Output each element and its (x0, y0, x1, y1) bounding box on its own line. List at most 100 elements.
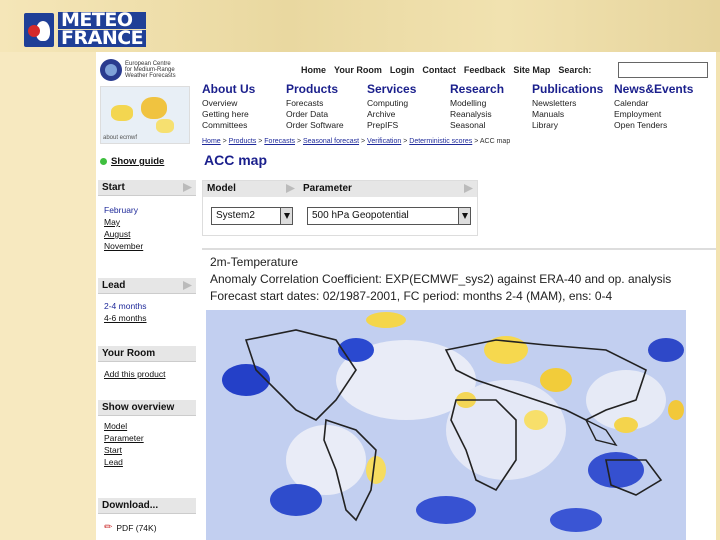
top-nav: Home Your Room Login Contact Feedback Si… (301, 65, 591, 75)
nav-title-about[interactable]: About Us (202, 82, 282, 96)
plot-caption: 2m-Temperature Anomaly Correlation Coeff… (210, 254, 671, 305)
nav-col-products: Products Forecasts Order Data Order Soft… (286, 82, 366, 131)
main-nav: About Us Overview Getting here Committee… (202, 82, 712, 131)
start-title: Start (102, 182, 125, 193)
nav-link[interactable]: Library (532, 120, 612, 131)
page-title: ACC map (204, 152, 268, 168)
nav-col-about: About Us Overview Getting here Committee… (202, 82, 282, 131)
overview-item[interactable]: Parameter (104, 432, 144, 444)
slide-left-strip (0, 52, 96, 540)
crumb-link[interactable]: Seasonal forecast (303, 138, 359, 145)
show-guide-link[interactable]: Show guide (100, 156, 164, 167)
nav-login[interactable]: Login (390, 65, 415, 75)
meteo-france-mark-icon (24, 13, 54, 47)
nav-title-services[interactable]: Services (367, 82, 447, 96)
nav-link[interactable]: Newsletters (532, 98, 612, 109)
chevron-down-icon[interactable] (458, 208, 470, 224)
nav-link[interactable]: Seasonal (450, 120, 530, 131)
plot-line: 2m-Temperature (210, 255, 299, 269)
nav-title-publications[interactable]: Publications (532, 82, 612, 96)
lead-section-header[interactable]: Lead (98, 278, 196, 294)
crumb-link[interactable]: Home (202, 138, 221, 145)
ecmwf-name: European Centre for Medium-Range Weather… (125, 61, 176, 79)
pdf-download-link[interactable]: PDF (74K) (116, 522, 156, 534)
your-room-title: Your Room (102, 348, 156, 359)
crumb-link[interactable]: Forecasts (264, 138, 295, 145)
start-list: February May August November (104, 204, 143, 252)
selector-panel: Model Parameter System2 500 hPa Geopoten… (202, 180, 478, 236)
nav-feedback[interactable]: Feedback (464, 65, 506, 75)
lead-item[interactable]: 4-6 months (104, 312, 147, 324)
map-thumbnail[interactable]: about ecmwf (100, 86, 190, 144)
crumb-current: ACC map (479, 138, 511, 145)
nav-link[interactable]: Manuals (532, 109, 612, 120)
meteo-france-logo: METEO FRANCE (24, 11, 147, 48)
nav-title-products[interactable]: Products (286, 82, 366, 96)
overview-item[interactable]: Lead (104, 456, 144, 468)
acc-map-image (206, 310, 686, 540)
start-item[interactable]: May (104, 216, 143, 228)
ecmwf-globe-icon (100, 59, 122, 81)
plot-line: Anomaly Correlation Coefficient: EXP(ECM… (210, 272, 672, 286)
nav-your-room[interactable]: Your Room (334, 65, 382, 75)
nav-link[interactable]: Archive (367, 109, 447, 120)
overview-header: Show overview (98, 400, 196, 416)
nav-title-news[interactable]: News&Events (614, 82, 694, 96)
nav-title-research[interactable]: Research (450, 82, 530, 96)
start-item[interactable]: November (104, 240, 143, 252)
model-label: Model (207, 183, 236, 194)
nav-link[interactable]: Order Software (286, 120, 366, 131)
nav-link[interactable]: Getting here (202, 109, 282, 120)
lead-item[interactable]: 2-4 months (104, 300, 147, 312)
download-header: Download... (98, 498, 196, 514)
overview-item[interactable]: Start (104, 444, 144, 456)
nav-col-research: Research Modelling Reanalysis Seasonal (450, 82, 530, 131)
overview-list: Model Parameter Start Lead (104, 420, 144, 468)
start-section-header[interactable]: Start (98, 180, 196, 196)
download-list: ✏ PDF (74K) (104, 522, 157, 534)
start-item[interactable]: August (104, 228, 143, 240)
nav-link[interactable]: Forecasts (286, 98, 366, 109)
thumb-caption: about ecmwf (103, 135, 138, 141)
nav-col-publications: Publications Newsletters Manuals Library (532, 82, 612, 131)
show-guide-label: Show guide (111, 156, 165, 167)
breadcrumb: Home > Products > Forecasts > Seasonal f… (202, 138, 511, 145)
crumb-link[interactable]: Products (229, 138, 257, 145)
search-input[interactable] (618, 62, 708, 78)
model-header: Model (203, 181, 299, 197)
acc-map-svg (206, 310, 686, 540)
parameter-select[interactable]: 500 hPa Geopotential (307, 207, 471, 225)
add-product-link[interactable]: Add this product (104, 368, 165, 380)
lead-title: Lead (102, 280, 126, 291)
overview-item[interactable]: Model (104, 420, 144, 432)
nav-home[interactable]: Home (301, 65, 326, 75)
acc-plot-panel: 2m-Temperature Anomaly Correlation Coeff… (202, 248, 716, 540)
nav-link[interactable]: Overview (202, 98, 282, 109)
start-item[interactable]: February (104, 204, 143, 216)
chevron-down-icon[interactable] (280, 208, 292, 224)
ecmwf-logo[interactable]: European Centre for Medium-Range Weather… (100, 58, 198, 82)
nav-link[interactable]: PrepIFS (367, 120, 447, 131)
model-select[interactable]: System2 (211, 207, 293, 225)
nav-site-map[interactable]: Site Map (513, 65, 550, 75)
nav-search-label: Search: (558, 65, 592, 75)
nav-col-services: Services Computing Archive PrepIFS (367, 82, 447, 131)
nav-link[interactable]: Reanalysis (450, 109, 530, 120)
guide-dot-icon (100, 158, 107, 165)
nav-link[interactable]: Modelling (450, 98, 530, 109)
overview-title: Show overview (102, 402, 175, 413)
nav-link[interactable]: Open Tenders (614, 120, 694, 131)
crumb-link[interactable]: Verification (367, 138, 401, 145)
nav-link[interactable]: Committees (202, 120, 282, 131)
web-page: European Centre for Medium-Range Weather… (96, 52, 716, 540)
parameter-header: Parameter (299, 181, 477, 197)
nav-link[interactable]: Employment (614, 109, 694, 120)
nav-contact[interactable]: Contact (422, 65, 456, 75)
crumb-link[interactable]: Deterministic scores (409, 138, 472, 145)
your-room-header: Your Room (98, 346, 196, 362)
lead-list: 2-4 months 4-6 months (104, 300, 147, 324)
nav-link[interactable]: Computing (367, 98, 447, 109)
nav-link[interactable]: Order Data (286, 109, 366, 120)
nav-link[interactable]: Calendar (614, 98, 694, 109)
parameter-label: Parameter (303, 183, 352, 194)
